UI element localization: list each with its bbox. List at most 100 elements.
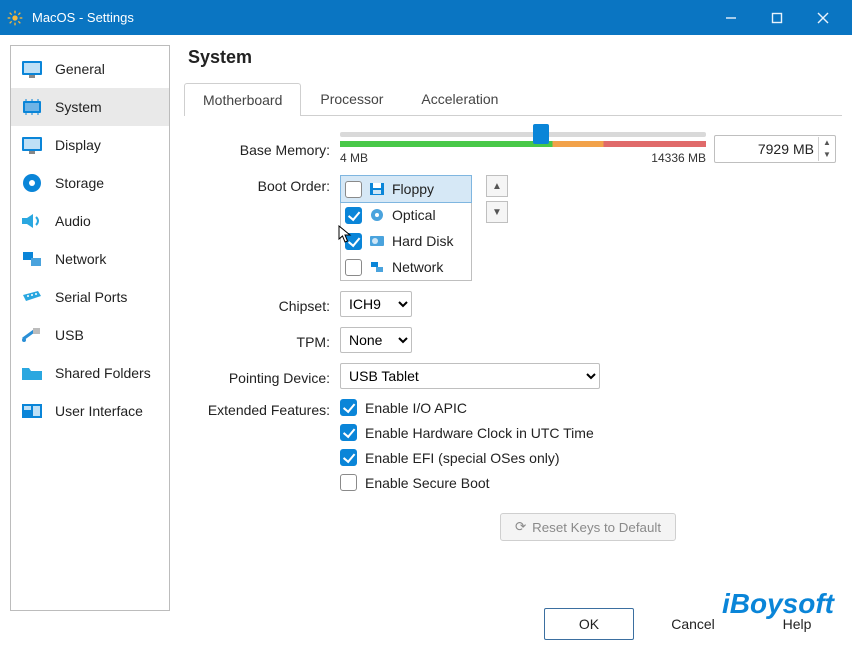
optical-icon <box>368 207 386 223</box>
memory-value: 7929 <box>715 141 793 157</box>
help-button[interactable]: Help <box>752 608 842 640</box>
pointing-device-select[interactable]: USB Tablet <box>340 363 600 389</box>
boot-order-list[interactable]: Floppy Optical Hard Disk Network <box>340 175 472 281</box>
tab-motherboard[interactable]: Motherboard <box>184 83 301 116</box>
extended-features-label: Extended Features: <box>190 399 340 418</box>
feature-enable-i-o-apic[interactable]: Enable I/O APIC <box>340 399 594 416</box>
boot-item-network[interactable]: Network <box>341 254 471 280</box>
boot-checkbox[interactable] <box>345 233 362 250</box>
feature-enable-efi-special-oses-only[interactable]: Enable EFI (special OSes only) <box>340 449 594 466</box>
sidebar-item-label: Storage <box>55 175 104 191</box>
feature-checkbox[interactable] <box>340 474 357 491</box>
sidebar-item-label: General <box>55 61 105 77</box>
boot-reorder-buttons: ▲ ▼ <box>486 175 508 223</box>
cancel-button[interactable]: Cancel <box>648 608 738 640</box>
base-memory-slider[interactable]: 4 MB 14336 MB <box>340 132 706 165</box>
chipset-label: Chipset: <box>190 295 340 314</box>
titlebar: MacOS - Settings <box>0 0 852 35</box>
boot-item-label: Floppy <box>392 181 434 197</box>
minimize-button[interactable] <box>708 0 754 35</box>
tpm-label: TPM: <box>190 331 340 350</box>
tpm-select[interactable]: None <box>340 327 412 353</box>
slider-thumb[interactable] <box>533 124 549 144</box>
reset-keys-button[interactable]: ⟳ Reset Keys to Default <box>500 513 676 541</box>
sidebar-item-label: Serial Ports <box>55 289 127 305</box>
base-memory-field[interactable]: 7929 MB ▲▼ <box>714 135 836 163</box>
serial-icon <box>19 286 45 308</box>
feature-checkbox[interactable] <box>340 399 357 416</box>
sidebar-item-network[interactable]: Network <box>11 240 169 278</box>
feature-checkbox[interactable] <box>340 449 357 466</box>
tab-processor[interactable]: Processor <box>301 82 402 115</box>
disk-icon <box>19 172 45 194</box>
window-title: MacOS - Settings <box>32 10 708 25</box>
feature-label: Enable I/O APIC <box>365 400 467 416</box>
sidebar-item-shared-folders[interactable]: Shared Folders <box>11 354 169 392</box>
boot-checkbox[interactable] <box>345 181 362 198</box>
page-title: System <box>188 47 842 68</box>
monitor-icon <box>19 134 45 156</box>
sidebar-item-storage[interactable]: Storage <box>11 164 169 202</box>
boot-item-floppy[interactable]: Floppy <box>341 176 471 202</box>
netboot-icon <box>368 259 386 275</box>
feature-enable-hardware-clock-in-utc-time[interactable]: Enable Hardware Clock in UTC Time <box>340 424 594 441</box>
sidebar-item-label: System <box>55 99 102 115</box>
base-memory-label: Base Memory: <box>190 139 340 158</box>
sidebar-item-system[interactable]: System <box>11 88 169 126</box>
network-icon <box>19 248 45 270</box>
feature-enable-secure-boot[interactable]: Enable Secure Boot <box>340 474 594 491</box>
boot-item-label: Optical <box>392 207 436 223</box>
sidebar-item-label: User Interface <box>55 403 143 419</box>
tab-acceleration[interactable]: Acceleration <box>402 82 517 115</box>
chip-icon <box>19 96 45 118</box>
slider-scale <box>340 141 706 147</box>
ui-icon <box>19 400 45 422</box>
pointing-device-label: Pointing Device: <box>190 367 340 386</box>
feature-checkbox[interactable] <box>340 424 357 441</box>
sidebar-item-audio[interactable]: Audio <box>11 202 169 240</box>
feature-label: Enable Secure Boot <box>365 475 490 491</box>
settings-window: MacOS - Settings General System Display Sto… <box>0 0 852 646</box>
ok-button[interactable]: OK <box>544 608 634 640</box>
usb-icon <box>19 324 45 346</box>
settings-main: System MotherboardProcessorAcceleration … <box>184 45 842 611</box>
monitor-icon <box>19 58 45 80</box>
sidebar-item-general[interactable]: General <box>11 50 169 88</box>
boot-item-optical[interactable]: Optical <box>341 202 471 228</box>
settings-sidebar: General System Display Storage Audio Network S… <box>10 45 170 611</box>
sidebar-item-label: Audio <box>55 213 91 229</box>
floppy-icon <box>368 181 386 197</box>
sidebar-item-serial-ports[interactable]: Serial Ports <box>11 278 169 316</box>
maximize-button[interactable] <box>754 0 800 35</box>
boot-checkbox[interactable] <box>345 207 362 224</box>
folder-icon <box>19 362 45 384</box>
tab-bar: MotherboardProcessorAcceleration <box>184 82 842 116</box>
boot-move-up-button[interactable]: ▲ <box>486 175 508 197</box>
sidebar-item-label: Shared Folders <box>55 365 151 381</box>
sidebar-item-user-interface[interactable]: User Interface <box>11 392 169 430</box>
sidebar-item-label: Display <box>55 137 101 153</box>
memory-unit: MB <box>793 141 818 157</box>
speaker-icon <box>19 210 45 232</box>
boot-move-down-button[interactable]: ▼ <box>486 201 508 223</box>
boot-checkbox[interactable] <box>345 259 362 276</box>
app-icon <box>6 9 24 27</box>
boot-item-label: Hard Disk <box>392 233 453 249</box>
memory-max-label: 14336 MB <box>651 151 706 165</box>
sidebar-item-label: USB <box>55 327 84 343</box>
memory-min-label: 4 MB <box>340 151 368 165</box>
reset-icon: ⟳ <box>515 519 526 535</box>
feature-label: Enable EFI (special OSes only) <box>365 450 560 466</box>
sidebar-item-usb[interactable]: USB <box>11 316 169 354</box>
boot-order-label: Boot Order: <box>190 175 340 194</box>
memory-spinner[interactable]: ▲▼ <box>818 137 835 161</box>
chipset-select[interactable]: ICH9 <box>340 291 412 317</box>
harddisk-icon <box>368 233 386 249</box>
motherboard-form: Base Memory: 4 MB 14336 MB 7929 <box>184 116 842 551</box>
sidebar-item-display[interactable]: Display <box>11 126 169 164</box>
boot-item-label: Network <box>392 259 443 275</box>
boot-item-hard-disk[interactable]: Hard Disk <box>341 228 471 254</box>
close-button[interactable] <box>800 0 846 35</box>
sidebar-item-label: Network <box>55 251 106 267</box>
reset-keys-label: Reset Keys to Default <box>532 520 661 535</box>
